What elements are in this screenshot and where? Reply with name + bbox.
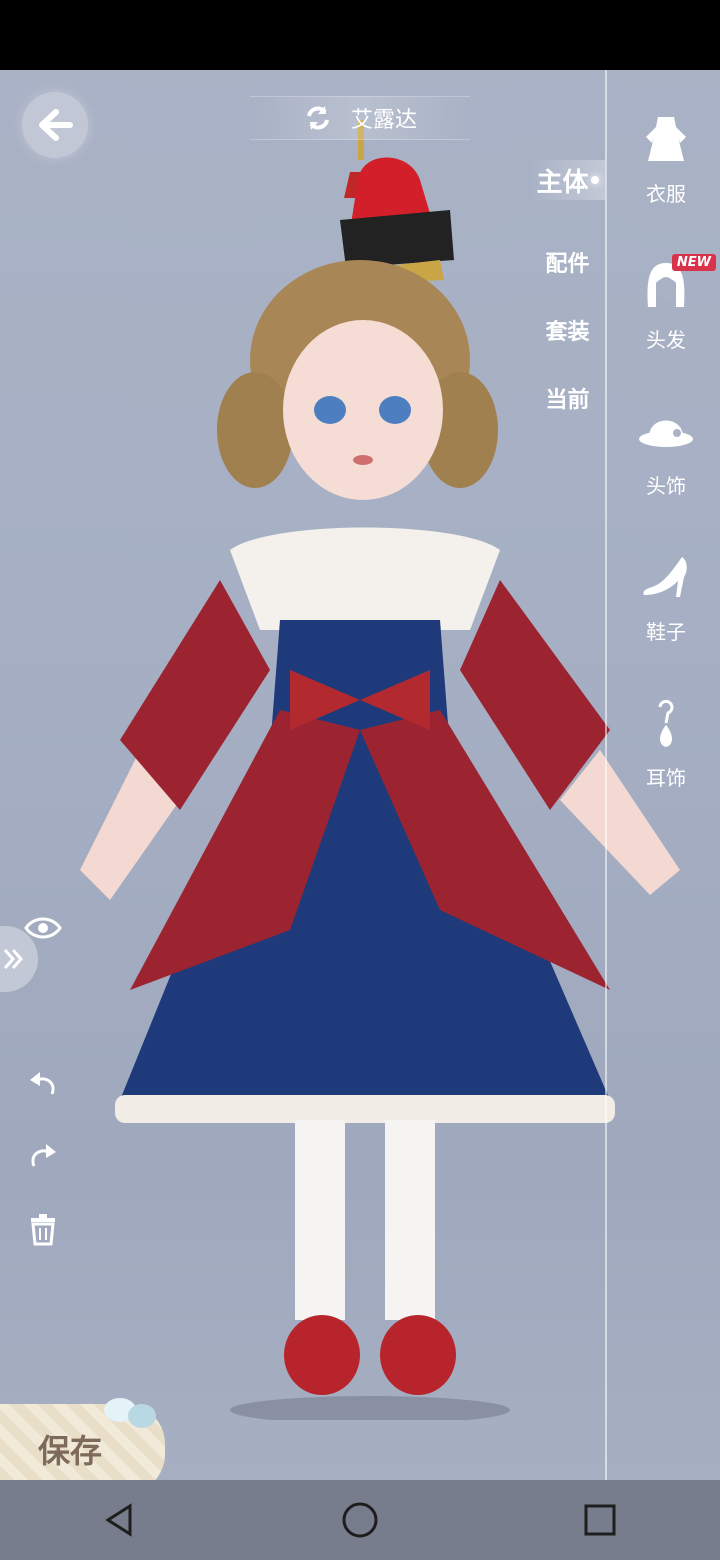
back-button[interactable] xyxy=(22,92,88,158)
status-bar xyxy=(0,0,720,70)
tab-current[interactable]: 当前 xyxy=(530,364,605,432)
category-clothes[interactable]: 衣服 xyxy=(612,110,720,256)
nav-recents-button[interactable] xyxy=(570,1490,630,1550)
delete-button[interactable] xyxy=(22,1208,64,1250)
nav-home-button[interactable] xyxy=(330,1490,390,1550)
tab-label: 当前 xyxy=(545,387,590,413)
earring-icon xyxy=(637,694,695,752)
category-hair[interactable]: NEW 头发 xyxy=(612,254,720,402)
redo-icon xyxy=(31,1144,56,1167)
new-badge: NEW xyxy=(671,254,716,271)
category-label: 鞋子 xyxy=(646,620,686,644)
tab-sets[interactable]: 套装 xyxy=(530,296,605,364)
double-chevron-right-icon xyxy=(3,949,24,969)
lace-collar xyxy=(230,527,500,630)
tab-label: 主体 xyxy=(536,167,589,198)
triangle-back-icon xyxy=(105,1503,132,1537)
category-label: 头发 xyxy=(646,328,686,352)
category-label: 头饰 xyxy=(646,474,686,498)
undo-button[interactable] xyxy=(22,1064,64,1106)
left-shoe xyxy=(284,1315,360,1395)
category-label: 耳饰 xyxy=(646,766,686,790)
trash-icon xyxy=(31,1214,55,1246)
face xyxy=(283,320,443,500)
item-category-list: 衣服 NEW 头发 头饰 鞋子 耳饰 xyxy=(612,110,720,840)
category-earrings[interactable]: 耳饰 xyxy=(612,694,720,840)
floor-shadow xyxy=(230,1396,510,1420)
square-recents-icon xyxy=(584,1504,616,1536)
arrow-left-icon xyxy=(39,109,73,141)
category-shoes[interactable]: 鞋子 xyxy=(612,548,720,694)
refresh-icon xyxy=(307,106,329,130)
category-headwear[interactable]: 头饰 xyxy=(612,402,720,548)
character-switcher[interactable]: 艾露达 xyxy=(250,96,470,140)
tab-label: 配件 xyxy=(545,251,590,277)
circle-home-icon xyxy=(342,1502,378,1538)
tab-accessories[interactable]: 配件 xyxy=(530,228,605,296)
save-label: 保存 xyxy=(38,1432,103,1470)
eye-icon xyxy=(24,917,62,939)
category-label: 衣服 xyxy=(646,182,686,206)
undo-icon xyxy=(30,1072,55,1095)
tab-label: 套装 xyxy=(545,319,590,345)
lace-hem xyxy=(115,1095,615,1123)
dress-icon xyxy=(637,110,695,168)
panel-divider xyxy=(605,70,607,1480)
nav-back-button[interactable] xyxy=(90,1490,150,1550)
system-nav-bar xyxy=(0,1480,720,1560)
character-name: 艾露达 xyxy=(350,108,417,133)
tab-main[interactable]: 主体 xyxy=(530,160,605,200)
right-shoe xyxy=(380,1315,456,1395)
left-leg xyxy=(295,1120,345,1320)
high-heel-icon xyxy=(637,548,695,606)
category-tabs: 主体 配件 套装 当前 xyxy=(530,160,605,432)
hat-icon xyxy=(637,402,695,460)
redo-button[interactable] xyxy=(22,1136,64,1178)
toggle-visibility-button[interactable] xyxy=(22,908,64,948)
candy-decoration-icon xyxy=(104,1398,156,1428)
active-tab-indicator xyxy=(590,176,599,184)
right-leg xyxy=(385,1120,435,1320)
